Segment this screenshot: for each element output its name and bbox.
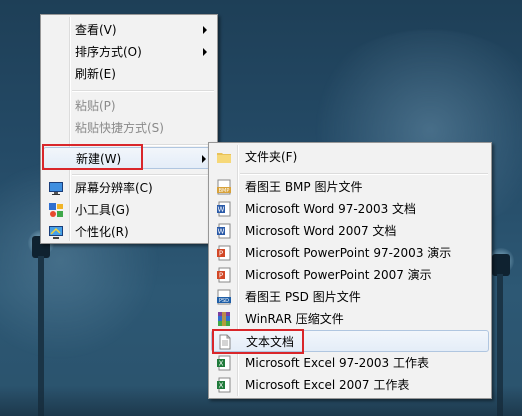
new-item-highlight-box	[42, 144, 143, 170]
desktop-context-menu: 查看(V) 排序方式(O) 刷新(E) 粘贴(P) 粘贴快捷方式(S) 新建(W…	[40, 14, 218, 244]
winrar-icon	[218, 312, 230, 326]
svg-text:PSD: PSD	[219, 298, 229, 304]
menu-item-view[interactable]: 查看(V)	[43, 19, 215, 41]
menu-item-screen-resolution[interactable]: 屏幕分辨率(C)	[43, 177, 215, 199]
powerpoint-ppt-icon: P	[217, 245, 231, 261]
svg-text:P: P	[219, 272, 223, 280]
svg-text:P: P	[219, 250, 223, 258]
menu-separator	[72, 174, 214, 176]
submenu-item-powerpoint-97[interactable]: P Microsoft PowerPoint 97-2003 演示	[211, 242, 489, 264]
menu-item-paste[interactable]: 粘贴(P)	[43, 95, 215, 117]
display-icon	[49, 182, 63, 195]
menu-item-label: 粘贴(P)	[75, 99, 116, 113]
submenu-item-label: Microsoft Word 2007 文档	[245, 224, 397, 238]
menu-item-label: 粘贴快捷方式(S)	[75, 121, 164, 135]
gadgets-icon	[49, 203, 63, 217]
submenu-item-winrar[interactable]: WinRAR 压缩文件	[211, 308, 489, 330]
submenu-item-label: Microsoft Excel 2007 工作表	[245, 378, 410, 392]
submenu-item-word-97[interactable]: W Microsoft Word 97-2003 文档	[211, 198, 489, 220]
menu-item-paste-shortcut[interactable]: 粘贴快捷方式(S)	[43, 117, 215, 139]
svg-text:W: W	[218, 228, 225, 236]
submenu-item-powerpoint-2007[interactable]: P Microsoft PowerPoint 2007 演示	[211, 264, 489, 286]
excel-xlsx-icon: X	[217, 377, 231, 393]
submenu-item-label: WinRAR 压缩文件	[245, 312, 344, 326]
submenu-arrow-icon	[203, 48, 207, 56]
bmp-file-icon: BMP	[217, 179, 231, 195]
submenu-item-label: Microsoft PowerPoint 97-2003 演示	[245, 246, 452, 260]
new-submenu: 文件夹(F) BMP 看图王 BMP 图片文件 W Microsoft Word…	[208, 142, 492, 399]
menu-item-gadgets[interactable]: 小工具(G)	[43, 199, 215, 221]
menu-item-label: 小工具(G)	[75, 203, 130, 217]
submenu-item-label: 看图王 PSD 图片文件	[245, 290, 361, 304]
submenu-item-label: 看图王 BMP 图片文件	[245, 180, 363, 194]
word-docx-icon: W	[217, 223, 231, 239]
svg-text:W: W	[218, 206, 225, 214]
menu-item-label: 刷新(E)	[75, 67, 116, 81]
menu-item-label: 个性化(R)	[75, 225, 129, 239]
submenu-arrow-icon	[203, 26, 207, 34]
submenu-item-folder[interactable]: 文件夹(F)	[211, 146, 489, 168]
personalize-icon	[49, 226, 63, 239]
submenu-item-label: Microsoft PowerPoint 2007 演示	[245, 268, 432, 282]
powerpoint-pptx-icon: P	[217, 267, 231, 283]
menu-item-refresh[interactable]: 刷新(E)	[43, 63, 215, 85]
folder-icon	[217, 153, 231, 163]
submenu-item-label: Microsoft Excel 97-2003 工作表	[245, 356, 429, 370]
submenu-item-bmp[interactable]: BMP 看图王 BMP 图片文件	[211, 176, 489, 198]
menu-item-personalize[interactable]: 个性化(R)	[43, 221, 215, 243]
menu-item-label: 排序方式(O)	[75, 45, 142, 59]
excel-xls-icon: X	[217, 355, 231, 371]
submenu-item-label: 文件夹(F)	[245, 150, 298, 164]
menu-item-sort-by[interactable]: 排序方式(O)	[43, 41, 215, 63]
word-doc-icon: W	[217, 201, 231, 217]
svg-text:BMP: BMP	[219, 188, 230, 194]
submenu-arrow-icon	[202, 155, 206, 163]
submenu-item-label: Microsoft Word 97-2003 文档	[245, 202, 417, 216]
submenu-item-excel-97[interactable]: X Microsoft Excel 97-2003 工作表	[211, 352, 489, 374]
menu-item-label: 查看(V)	[75, 23, 117, 37]
menu-separator	[240, 173, 488, 175]
svg-text:X: X	[219, 382, 224, 390]
submenu-item-psd[interactable]: PSD 看图王 PSD 图片文件	[211, 286, 489, 308]
text-document-highlight-box	[212, 329, 304, 354]
menu-item-label: 屏幕分辨率(C)	[75, 181, 153, 195]
menu-separator	[72, 90, 214, 92]
psd-file-icon: PSD	[217, 289, 231, 305]
submenu-item-excel-2007[interactable]: X Microsoft Excel 2007 工作表	[211, 374, 489, 396]
submenu-item-word-2007[interactable]: W Microsoft Word 2007 文档	[211, 220, 489, 242]
svg-text:X: X	[219, 360, 224, 368]
